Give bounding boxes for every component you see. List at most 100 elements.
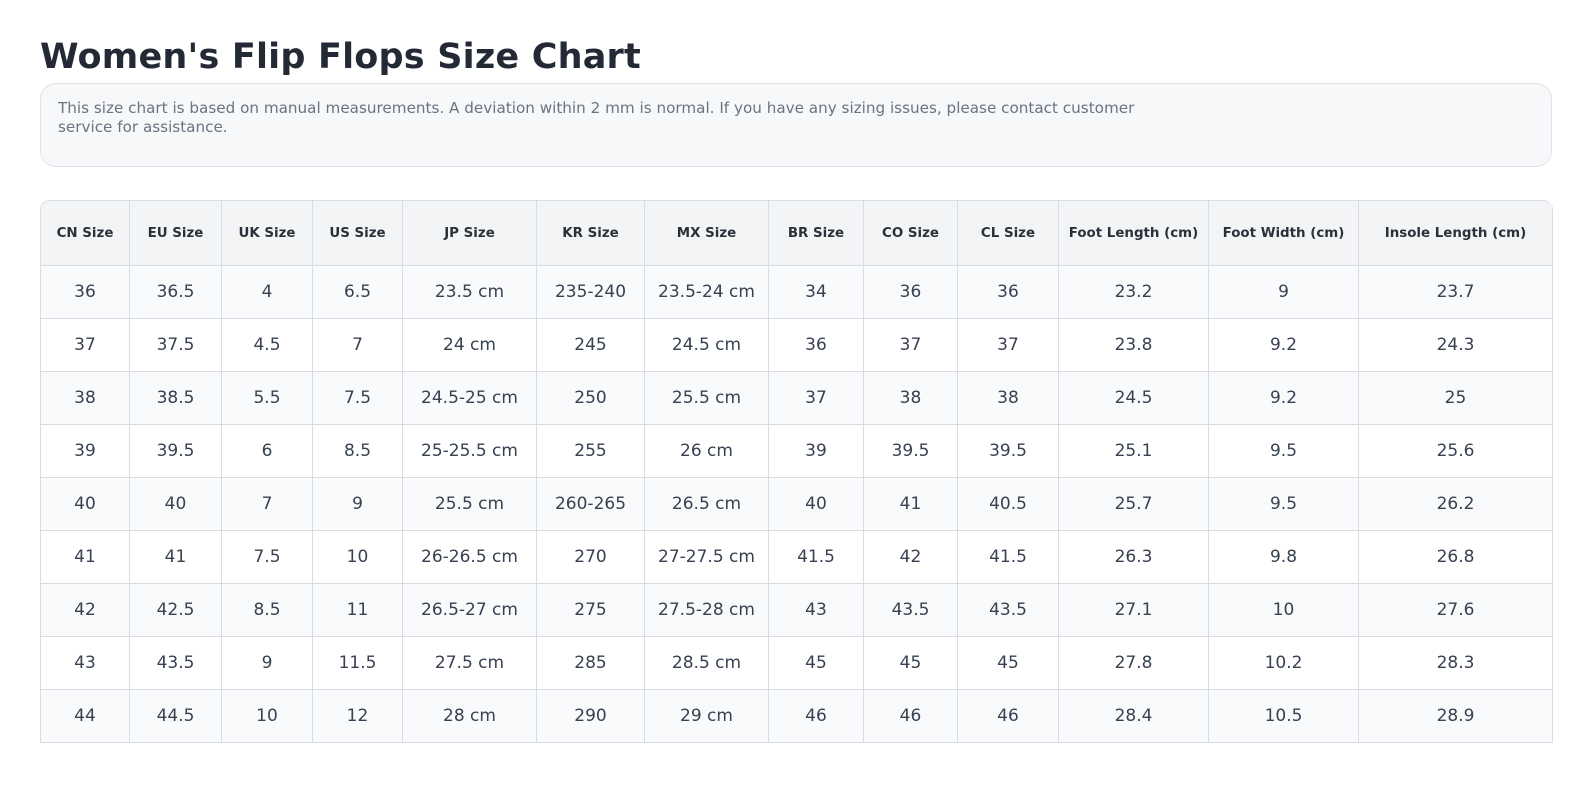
- table-cell: 255: [537, 425, 645, 478]
- table-cell: 24.5: [1059, 372, 1209, 425]
- table-cell: 7: [222, 478, 313, 531]
- table-cell: 27.6: [1359, 584, 1553, 637]
- size-table-container: CN Size EU Size UK Size US Size JP Size …: [40, 200, 1553, 743]
- table-cell: 10.2: [1209, 637, 1359, 690]
- table-cell: 23.2: [1059, 266, 1209, 319]
- table-cell: 46: [769, 690, 864, 743]
- table-cell: 27.8: [1059, 637, 1209, 690]
- column-header: UK Size: [222, 201, 313, 266]
- table-cell: 235-240: [537, 266, 645, 319]
- table-cell: 36: [769, 319, 864, 372]
- table-row: 39 39.5 6 8.5 25-25.5 cm 255 26 cm 39 39.5 39.5 25…: [41, 425, 1553, 478]
- table-cell: 28.9: [1359, 690, 1553, 743]
- table-cell: 6: [222, 425, 313, 478]
- table-cell: 27.5 cm: [403, 637, 537, 690]
- table-cell: 41.5: [769, 531, 864, 584]
- table-cell: 8.5: [313, 425, 403, 478]
- table-cell: 38: [958, 372, 1059, 425]
- table-cell: 41: [41, 531, 130, 584]
- table-cell: 7: [313, 319, 403, 372]
- table-cell: 260-265: [537, 478, 645, 531]
- table-cell: 25.6: [1359, 425, 1553, 478]
- table-cell: 9.5: [1209, 478, 1359, 531]
- table-cell: 36: [41, 266, 130, 319]
- table-row: 40 40 7 9 25.5 cm 260-265 26.5 cm 40 41 40.5 25.7 9…: [41, 478, 1553, 531]
- table-cell: 27.1: [1059, 584, 1209, 637]
- table-cell: 10: [1209, 584, 1359, 637]
- table-cell: 38: [41, 372, 130, 425]
- table-row: 43 43.5 9 11.5 27.5 cm 285 28.5 cm 45 45 45 27.8 10…: [41, 637, 1553, 690]
- column-header: US Size: [313, 201, 403, 266]
- table-cell: 36: [864, 266, 958, 319]
- table-cell: 28.5 cm: [645, 637, 769, 690]
- table-cell: 42: [41, 584, 130, 637]
- column-header: MX Size: [645, 201, 769, 266]
- table-cell: 44: [41, 690, 130, 743]
- table-cell: 270: [537, 531, 645, 584]
- size-note-text: This size chart is based on manual measu…: [58, 99, 1135, 136]
- table-cell: 41: [864, 478, 958, 531]
- table-cell: 7.5: [313, 372, 403, 425]
- table-cell: 40.5: [958, 478, 1059, 531]
- table-cell: 250: [537, 372, 645, 425]
- table-cell: 45: [864, 637, 958, 690]
- table-cell: 26 cm: [645, 425, 769, 478]
- table-cell: 10.5: [1209, 690, 1359, 743]
- table-cell: 25: [1359, 372, 1553, 425]
- table-cell: 45: [958, 637, 1059, 690]
- table-cell: 11: [313, 584, 403, 637]
- table-cell: 38: [864, 372, 958, 425]
- table-cell: 9: [313, 478, 403, 531]
- table-cell: 39.5: [864, 425, 958, 478]
- table-cell: 9: [1209, 266, 1359, 319]
- table-row: 42 42.5 8.5 11 26.5-27 cm 275 27.5-28 cm 43 43.5…: [41, 584, 1553, 637]
- table-cell: 39: [769, 425, 864, 478]
- table-cell: 37.5: [130, 319, 222, 372]
- column-header: BR Size: [769, 201, 864, 266]
- table-row: 44 44.5 10 12 28 cm 290 29 cm 46 46 46 28.4 10.5 28.…: [41, 690, 1553, 743]
- table-cell: 37: [41, 319, 130, 372]
- table-cell: 37: [958, 319, 1059, 372]
- column-header: CN Size: [41, 201, 130, 266]
- table-cell: 290: [537, 690, 645, 743]
- table-cell: 27.5-28 cm: [645, 584, 769, 637]
- table-cell: 25.1: [1059, 425, 1209, 478]
- table-cell: 8.5: [222, 584, 313, 637]
- column-header: CL Size: [958, 201, 1059, 266]
- table-cell: 39: [41, 425, 130, 478]
- table-cell: 24.5-25 cm: [403, 372, 537, 425]
- table-cell: 46: [864, 690, 958, 743]
- table-cell: 28 cm: [403, 690, 537, 743]
- table-cell: 24.5 cm: [645, 319, 769, 372]
- column-header: Insole Length (cm): [1359, 201, 1553, 266]
- table-cell: 40: [41, 478, 130, 531]
- table-cell: 42: [864, 531, 958, 584]
- table-cell: 38.5: [130, 372, 222, 425]
- table-cell: 4: [222, 266, 313, 319]
- size-chart-page: Women's Flip Flops Size Chart This size …: [0, 0, 1592, 794]
- table-cell: 36.5: [130, 266, 222, 319]
- table-row: 36 36.5 4 6.5 23.5 cm 235-240 23.5-24 cm 34 36 36…: [41, 266, 1553, 319]
- table-cell: 40: [130, 478, 222, 531]
- table-cell: 23.8: [1059, 319, 1209, 372]
- table-cell: 5.5: [222, 372, 313, 425]
- table-cell: 23.5-24 cm: [645, 266, 769, 319]
- table-cell: 26.3: [1059, 531, 1209, 584]
- table-cell: 43: [41, 637, 130, 690]
- table-cell: 9.5: [1209, 425, 1359, 478]
- size-table-body: 36 36.5 4 6.5 23.5 cm 235-240 23.5-24 cm 34 36 36…: [41, 266, 1553, 743]
- table-cell: 39.5: [958, 425, 1059, 478]
- table-cell: 28.4: [1059, 690, 1209, 743]
- size-note-box: This size chart is based on manual measu…: [40, 83, 1552, 167]
- table-cell: 4.5: [222, 319, 313, 372]
- table-cell: 9.8: [1209, 531, 1359, 584]
- table-cell: 27-27.5 cm: [645, 531, 769, 584]
- table-cell: 23.7: [1359, 266, 1553, 319]
- page-title: Women's Flip Flops Size Chart: [40, 37, 641, 77]
- table-cell: 39.5: [130, 425, 222, 478]
- table-cell: 9.2: [1209, 372, 1359, 425]
- table-cell: 6.5: [313, 266, 403, 319]
- table-row: 37 37.5 4.5 7 24 cm 245 24.5 cm 36 37 37 23.8 9.2 24…: [41, 319, 1553, 372]
- column-header: Foot Width (cm): [1209, 201, 1359, 266]
- column-header: CO Size: [864, 201, 958, 266]
